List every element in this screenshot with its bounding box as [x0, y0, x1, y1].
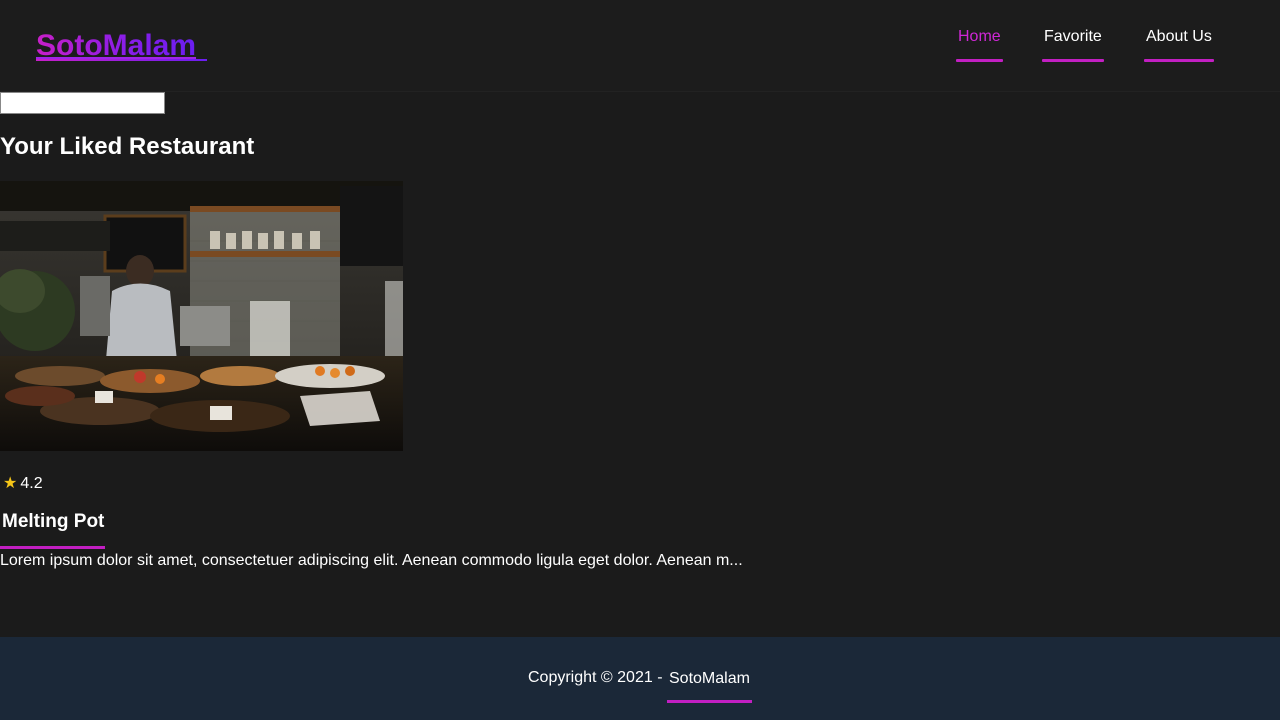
restaurant-name-underline	[0, 546, 105, 549]
footer-brand-underline	[667, 700, 752, 703]
logo-underline	[36, 59, 207, 61]
nav-about-us-underline	[1144, 59, 1214, 62]
footer-copyright: Copyright © 2021 -	[528, 669, 663, 686]
search-input[interactable]	[0, 92, 165, 114]
nav-home[interactable]: Home	[956, 27, 1003, 62]
nav-about-us-label: About Us	[1146, 28, 1212, 45]
rating-value: 4.2	[20, 475, 43, 492]
nav-about-us[interactable]: About Us	[1144, 27, 1214, 62]
restaurant-photo	[0, 181, 403, 451]
footer-brand-link[interactable]: SotoMalam	[669, 669, 750, 689]
star-icon: ★	[3, 475, 18, 492]
restaurant-rating: ★ 4.2	[3, 474, 43, 494]
nav-favorite[interactable]: Favorite	[1042, 27, 1104, 62]
nav-home-label: Home	[958, 28, 1001, 45]
site-header: SotoMalam Home Favorite About Us	[0, 0, 1280, 92]
nav-favorite-underline	[1042, 59, 1104, 62]
restaurant-image[interactable]	[0, 181, 403, 451]
restaurant-description: Lorem ipsum dolor sit amet, consectetuer…	[0, 552, 743, 569]
restaurant-name[interactable]: Melting Pot	[2, 510, 104, 534]
nav-favorite-label: Favorite	[1044, 28, 1102, 45]
page-title: Your Liked Restaurant	[0, 133, 255, 160]
nav-home-underline	[956, 59, 1003, 62]
